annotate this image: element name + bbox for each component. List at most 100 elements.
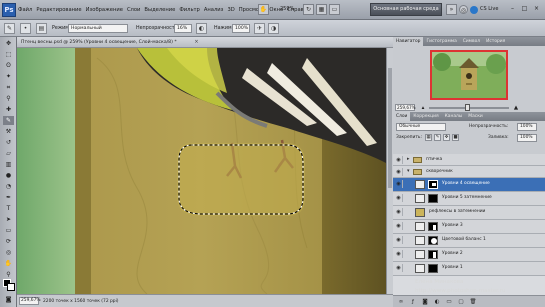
expand-arrow-icon[interactable]: ▸: [407, 156, 410, 162]
hand-tool-icon[interactable]: ✋: [3, 259, 14, 268]
background-color-swatch[interactable]: [7, 283, 15, 291]
layer-mask-thumb[interactable]: [428, 222, 438, 231]
layer-group-birdhouse[interactable]: ◉ ▾ скворечник: [393, 166, 545, 178]
path-selection-tool-icon[interactable]: ➤: [3, 215, 14, 224]
layer-style-icon[interactable]: ƒ: [409, 298, 417, 306]
visibility-eye-icon[interactable]: ◉: [395, 180, 403, 188]
hand-icon[interactable]: ✋: [258, 4, 269, 15]
menu-image[interactable]: Изображение: [86, 7, 123, 13]
mode-select[interactable]: Нормальный: [68, 24, 128, 33]
arrange-documents-icon[interactable]: ▦: [316, 4, 327, 15]
eyedropper-tool-icon[interactable]: ⚲: [3, 94, 14, 103]
new-adjustment-icon[interactable]: ◐: [433, 298, 441, 306]
new-group-icon[interactable]: ▭: [445, 298, 453, 306]
layer-levels-1[interactable]: ◉ Уровни 1: [393, 262, 545, 276]
blend-mode-select[interactable]: Обычные: [396, 123, 446, 131]
navigator-preview[interactable]: [430, 50, 508, 100]
visibility-eye-icon[interactable]: ◉: [395, 250, 403, 258]
eraser-tool-icon[interactable]: ▱: [3, 149, 14, 158]
brush-size-icon[interactable]: •: [20, 23, 31, 34]
add-mask-icon[interactable]: ◙: [421, 298, 429, 306]
pressure-size-icon[interactable]: ◑: [268, 23, 279, 34]
canvas-vertical-scrollbar[interactable]: [386, 48, 393, 294]
shape-tool-icon[interactable]: ▭: [3, 226, 14, 235]
collapse-arrow-icon[interactable]: ▾: [407, 168, 410, 174]
navigator-zoom-slider[interactable]: [429, 104, 509, 111]
history-brush-tool-icon[interactable]: ↺: [3, 138, 14, 147]
scrollbar-thumb[interactable]: [388, 68, 392, 188]
flow-field[interactable]: 100%: [232, 24, 250, 33]
menu-select[interactable]: Выделение: [144, 7, 175, 13]
layer-reflections[interactable]: ◉ рефлексы в затемнении: [393, 206, 545, 220]
document-canvas[interactable]: [17, 48, 386, 294]
zoom-tool-icon[interactable]: ⚲: [3, 270, 14, 279]
blur-tool-icon[interactable]: ●: [3, 171, 14, 180]
brush-preset-icon[interactable]: ✎: [4, 23, 15, 34]
navigator-zoom-field[interactable]: 259,67%: [395, 104, 416, 111]
layer-levels-4[interactable]: ◉ Уровни 4 освещение: [393, 178, 545, 192]
brush-panel-icon[interactable]: ▤: [36, 23, 47, 34]
status-zoom-field[interactable]: 259,67%: [19, 297, 41, 305]
layer-mask-thumb[interactable]: [428, 264, 438, 273]
lock-position-icon[interactable]: ✥: [443, 134, 450, 141]
link-layers-icon[interactable]: ∞: [397, 298, 405, 306]
marquee-tool-icon[interactable]: ⬚: [3, 50, 14, 59]
zoom-level[interactable]: 259%: [280, 6, 294, 12]
menu-filter[interactable]: Фильтр: [179, 7, 200, 13]
visibility-eye-icon[interactable]: ◉: [395, 156, 403, 164]
screen-mode-icon[interactable]: ▭: [329, 4, 340, 15]
tab-layers[interactable]: Слои: [393, 112, 411, 121]
workspace-button[interactable]: Основная рабочая среда: [370, 3, 442, 16]
layer-opacity-field[interactable]: 100%: [517, 123, 537, 131]
visibility-eye-icon[interactable]: ◉: [395, 264, 403, 272]
layer-group-bird[interactable]: ◉ ▸ птичка: [393, 154, 545, 166]
maximize-button[interactable]: □: [520, 5, 529, 13]
menu-edit[interactable]: Редактирование: [36, 7, 81, 13]
tab-adjustments[interactable]: Коррекция: [410, 112, 441, 121]
quick-mask-icon[interactable]: ◙: [3, 295, 14, 304]
menu-analysis[interactable]: Анализ: [204, 7, 224, 13]
layer-color-balance[interactable]: ◉ Цветовой баланс 1: [393, 234, 545, 248]
layer-levels-3[interactable]: ◉ Уровни 3: [393, 220, 545, 234]
minimize-button[interactable]: –: [508, 5, 517, 13]
tab-histogram[interactable]: Гистограмма: [423, 37, 459, 46]
layer-mask-thumb[interactable]: [428, 236, 438, 245]
layer-mask-thumb[interactable]: [428, 194, 438, 203]
tab-masks[interactable]: Маски: [465, 112, 485, 121]
airbrush-icon[interactable]: ✈: [254, 23, 265, 34]
pen-tool-icon[interactable]: ✒: [3, 193, 14, 202]
layer-levels-5[interactable]: ◉ Уровни 5 затемнение: [393, 192, 545, 206]
brush-tool-icon[interactable]: ✎: [3, 116, 14, 125]
visibility-eye-icon[interactable]: ◉: [395, 194, 403, 202]
lock-pixels-icon[interactable]: ✎: [434, 134, 441, 141]
visibility-eye-icon[interactable]: ◉: [395, 168, 403, 176]
cs-live-button[interactable]: CS Live: [470, 4, 498, 15]
layer-mask-thumb[interactable]: [428, 180, 438, 189]
visibility-eye-icon[interactable]: ◉: [395, 208, 403, 216]
pressure-opacity-icon[interactable]: ◐: [196, 23, 207, 34]
new-layer-icon[interactable]: ▢: [457, 298, 465, 306]
3d-rotate-tool-icon[interactable]: ⟳: [3, 237, 14, 246]
zoom-out-icon[interactable]: ▴: [419, 104, 427, 112]
lock-transparency-icon[interactable]: ▦: [425, 134, 432, 141]
opacity-field[interactable]: 16%: [174, 24, 192, 33]
gradient-tool-icon[interactable]: ▥: [3, 160, 14, 169]
workspace-arrow-icon[interactable]: »: [446, 4, 457, 15]
visibility-eye-icon[interactable]: ◉: [395, 222, 403, 230]
lasso-tool-icon[interactable]: ʘ: [3, 61, 14, 70]
quick-selection-tool-icon[interactable]: ✦: [3, 72, 14, 81]
delete-layer-icon[interactable]: 🗑: [469, 298, 477, 306]
3d-camera-tool-icon[interactable]: ◎: [3, 248, 14, 257]
healing-brush-tool-icon[interactable]: ✚: [3, 105, 14, 114]
lock-all-icon[interactable]: ■: [452, 134, 459, 141]
menu-3d[interactable]: 3D: [227, 7, 234, 13]
tab-character[interactable]: Символ: [460, 37, 483, 46]
document-tab[interactable]: Птенц весны.psd @ 259% (Уровни 4 освещен…: [17, 37, 393, 48]
zoom-slider-knob[interactable]: [465, 104, 470, 111]
tab-channels[interactable]: Каналы: [442, 112, 466, 121]
zoom-in-icon[interactable]: ▲: [512, 104, 520, 112]
visibility-eye-icon[interactable]: ◉: [395, 236, 403, 244]
tab-navigator[interactable]: Навигатор: [393, 37, 424, 46]
menu-layers[interactable]: Слои: [127, 7, 140, 13]
layer-mask-thumb[interactable]: [428, 250, 438, 259]
